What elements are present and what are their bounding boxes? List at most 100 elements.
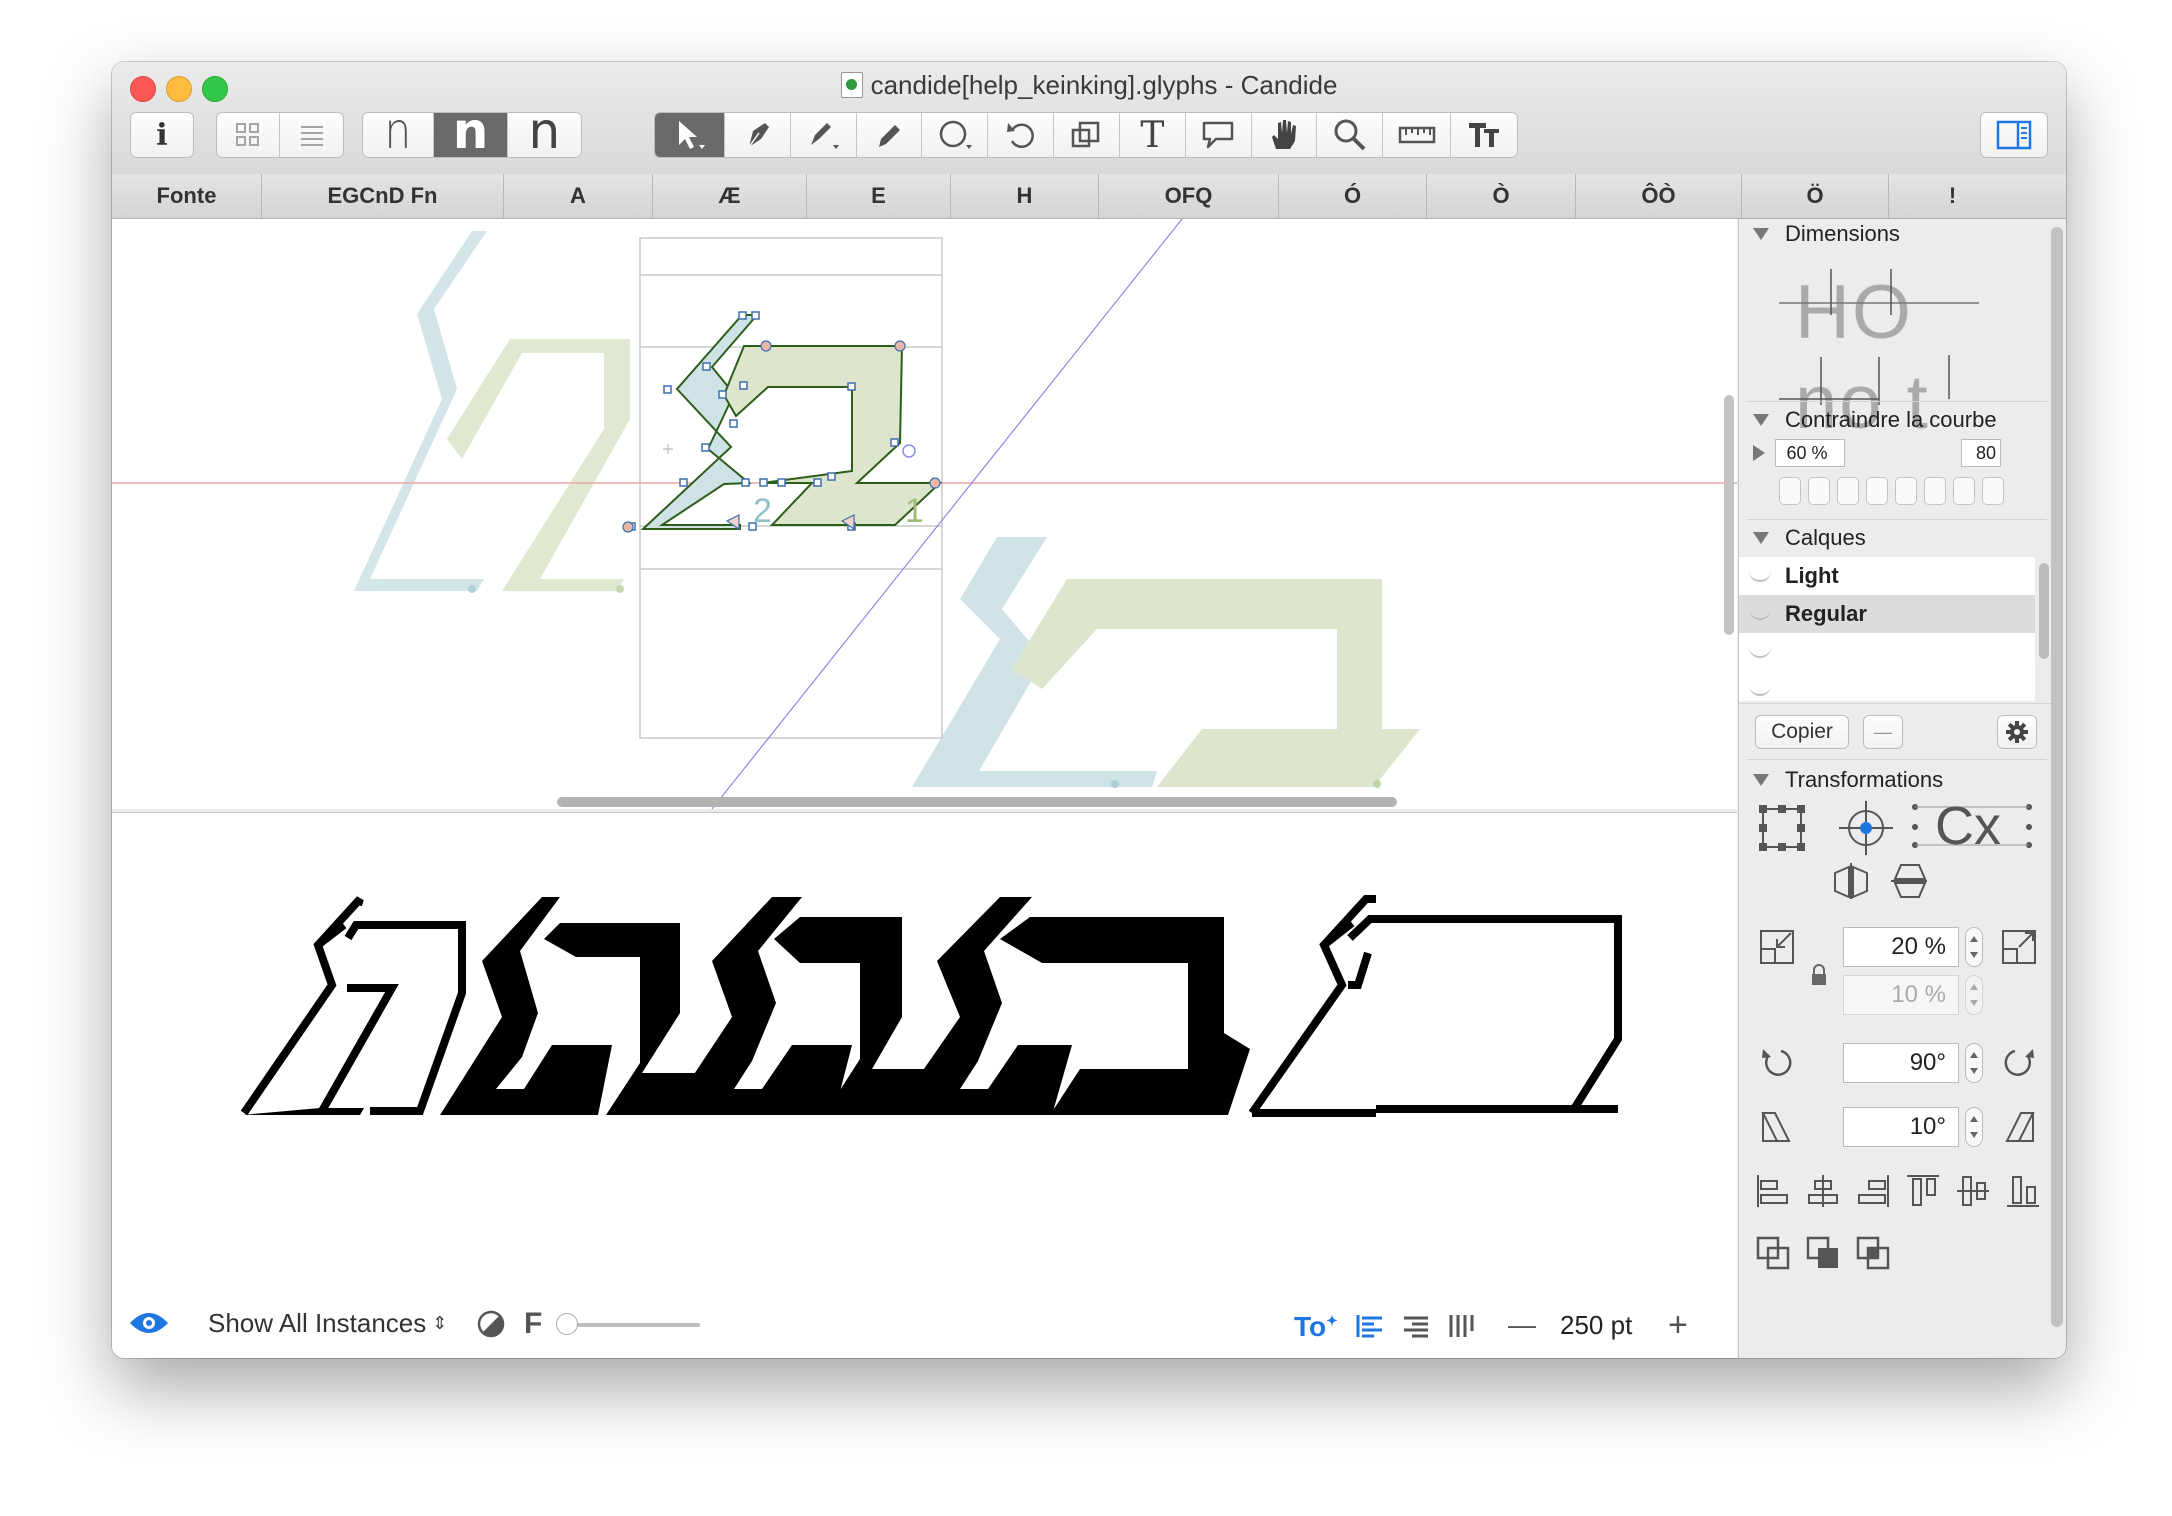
align-bottom-edges-icon[interactable] — [2005, 1173, 2041, 1209]
curve-preset-button[interactable] — [1808, 477, 1830, 505]
sidebar-scrollbar[interactable] — [2051, 227, 2063, 1327]
master-light-button[interactable]: n — [363, 113, 435, 157]
tab-fonte[interactable]: Fonte — [112, 174, 262, 218]
origin-crosshair-icon[interactable] — [1839, 801, 1893, 855]
primitives-tool-button[interactable] — [922, 113, 989, 157]
eye-closed-icon[interactable] — [1749, 646, 1771, 658]
tab-exclamation[interactable]: ! — [1889, 174, 2016, 218]
vertical-scrollbar[interactable] — [1724, 395, 1734, 635]
layer-item-3[interactable] — [1739, 633, 2035, 671]
transformations-header[interactable]: Transformations — [1753, 767, 1943, 793]
union-icon[interactable] — [1755, 1235, 1791, 1271]
horizontal-scrollbar[interactable] — [557, 797, 1397, 807]
tab-ofq[interactable]: OFQ — [1099, 174, 1279, 218]
preview-visibility-icon[interactable] — [128, 1309, 170, 1337]
scale-up-icon[interactable] — [1999, 927, 2039, 967]
curve-value-field[interactable]: 80 — [1961, 439, 2001, 467]
slant-field[interactable]: 10° — [1843, 1107, 1959, 1147]
zoom-in-button[interactable]: + — [1668, 1306, 1688, 1345]
slant-right-icon[interactable] — [2001, 1109, 2037, 1145]
intersect-icon[interactable] — [1855, 1235, 1891, 1271]
tab-o-diaeresis[interactable]: Ö — [1742, 174, 1889, 218]
master-regular-button[interactable]: n — [508, 113, 581, 157]
eye-closed-icon[interactable] — [1749, 608, 1771, 620]
tab-a[interactable]: A — [504, 174, 653, 218]
copy-layer-button[interactable]: Copier — [1755, 715, 1849, 749]
layer-item-regular[interactable]: Regular — [1739, 595, 2035, 633]
measurement-tool-button[interactable] — [1383, 113, 1452, 157]
scale-x-field[interactable]: 20 % — [1843, 927, 1959, 967]
contrast-icon[interactable] — [476, 1309, 506, 1339]
slant-left-icon[interactable] — [1759, 1109, 1795, 1145]
flip-vertical-icon[interactable] — [1889, 861, 1929, 901]
draw-tool-button[interactable] — [791, 113, 857, 157]
tab-ae[interactable]: Æ — [653, 174, 807, 218]
sidebar-toggle-button[interactable] — [1980, 112, 2048, 158]
layer-options-button[interactable] — [1997, 715, 2037, 749]
selection-bounds-icon[interactable] — [1757, 803, 1807, 853]
scale-down-icon[interactable] — [1757, 927, 1797, 967]
curve-preset-button[interactable] — [1779, 477, 1801, 505]
lock-icon[interactable] — [1809, 963, 1829, 987]
layers-scrollbar[interactable] — [2039, 563, 2049, 659]
align-right-icon[interactable] — [1402, 1313, 1430, 1339]
text-transform-sample[interactable]: Cx — [1911, 796, 2035, 856]
scale-y-field[interactable]: 10 % — [1843, 975, 1959, 1015]
flip-horizontal-icon[interactable] — [1831, 861, 1871, 901]
text-direction-button[interactable]: To✦ — [1294, 1311, 1338, 1343]
kerning-tool-button[interactable] — [1451, 113, 1517, 157]
align-vertical-center-icon[interactable] — [1955, 1173, 1991, 1209]
dimensions-header[interactable]: Dimensions — [1753, 221, 1900, 247]
zoom-out-button[interactable]: — — [1508, 1309, 1536, 1341]
align-left-edges-icon[interactable] — [1755, 1173, 1791, 1209]
layers-header[interactable]: Calques — [1753, 525, 1866, 551]
list-view-button[interactable] — [280, 113, 343, 157]
slider-knob[interactable] — [556, 1313, 578, 1335]
rotate-stepper[interactable] — [1965, 1043, 1983, 1083]
align-left-icon[interactable] — [1356, 1313, 1384, 1339]
select-tool-button[interactable] — [655, 113, 725, 157]
scale-y-stepper[interactable] — [1965, 975, 1983, 1015]
info-button[interactable]: i — [130, 112, 194, 158]
instances-popup[interactable]: Show All Instances ⇕ — [208, 1308, 447, 1339]
align-top-edges-icon[interactable] — [1905, 1173, 1941, 1209]
layer-item-light[interactable]: Light — [1739, 557, 2035, 595]
text-tool-button[interactable]: T — [1120, 113, 1186, 157]
glyph-outline[interactable] — [622, 311, 943, 533]
rotate-field[interactable]: 90° — [1843, 1043, 1959, 1083]
curve-preset-button[interactable] — [1895, 477, 1917, 505]
scale-tool-button[interactable] — [1054, 113, 1120, 157]
hand-tool-button[interactable] — [1252, 113, 1318, 157]
master-bold-button[interactable]: n — [434, 113, 508, 157]
glyph-canvas[interactable]: 2 1 — [112, 219, 1737, 809]
curve-preset-button[interactable] — [1924, 477, 1946, 505]
preview-size-slider[interactable] — [556, 1313, 700, 1335]
pencil-tool-button[interactable] — [857, 113, 923, 157]
layer-item-4[interactable] — [1739, 671, 2035, 701]
rotate-cw-icon[interactable] — [2001, 1045, 2037, 1081]
font-initial-button[interactable]: F — [524, 1307, 542, 1341]
tab-egcnd-fn[interactable]: EGCnD Fn — [262, 174, 504, 218]
curve-preset-button[interactable] — [1866, 477, 1888, 505]
tab-o-grave[interactable]: Ò — [1427, 174, 1576, 218]
slant-stepper[interactable] — [1965, 1107, 1983, 1147]
rotate-ccw-icon[interactable] — [1759, 1045, 1795, 1081]
vertical-text-icon[interactable] — [1448, 1313, 1476, 1339]
align-horizontal-center-icon[interactable] — [1805, 1173, 1841, 1209]
curve-preset-button[interactable] — [1953, 477, 1975, 505]
scale-x-stepper[interactable] — [1965, 927, 1983, 967]
subtract-icon[interactable] — [1805, 1235, 1841, 1271]
curve-expand-icon[interactable] — [1753, 445, 1765, 461]
glyph-edit-view[interactable]: 2 1 — [112, 219, 1737, 809]
curve-preset-button[interactable] — [1982, 477, 2004, 505]
tab-h[interactable]: H — [951, 174, 1099, 218]
align-right-edges-icon[interactable] — [1855, 1173, 1891, 1209]
curve-preset-button[interactable] — [1837, 477, 1859, 505]
grid-view-button[interactable] — [217, 113, 281, 157]
tab-o-acute[interactable]: Ó — [1279, 174, 1427, 218]
curve-percent-field[interactable]: 60 % — [1775, 439, 1845, 467]
rotate-tool-button[interactable] — [988, 113, 1055, 157]
remove-layer-button[interactable]: — — [1863, 715, 1903, 749]
pen-tool-button[interactable] — [725, 113, 791, 157]
eye-closed-icon[interactable] — [1749, 570, 1771, 582]
